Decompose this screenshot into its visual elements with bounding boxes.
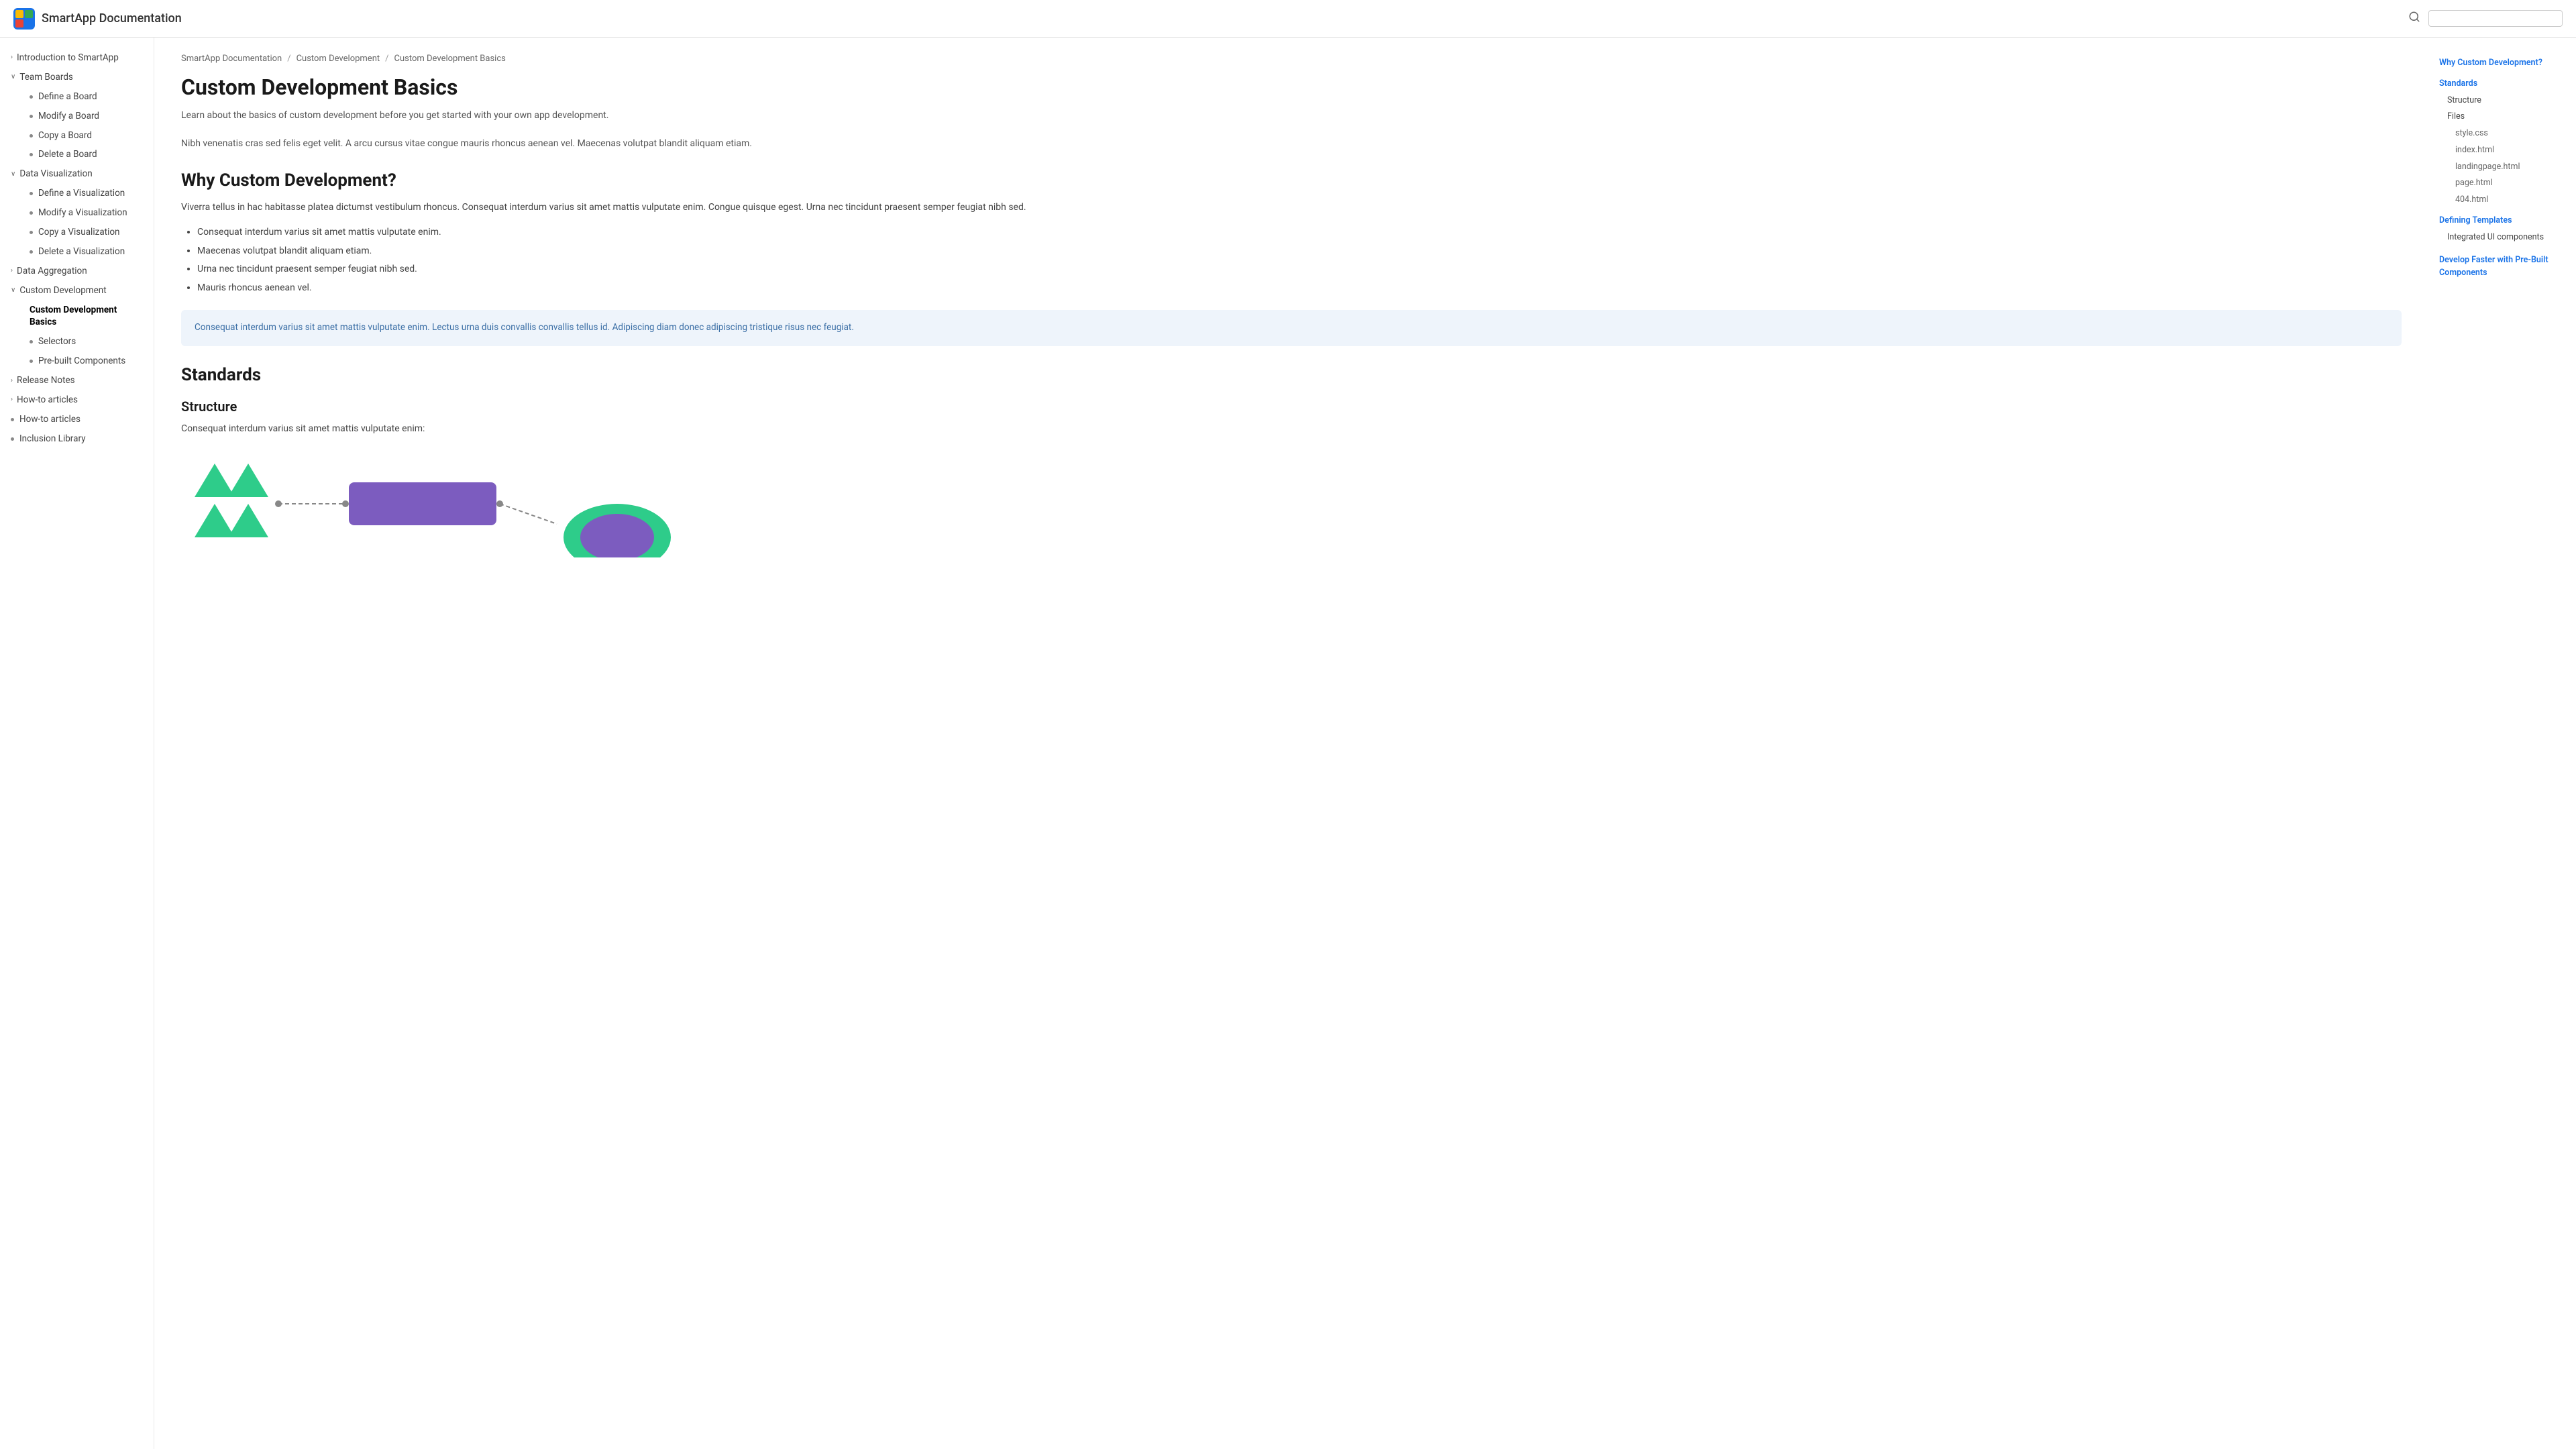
breadcrumb: SmartApp Documentation / Custom Developm… bbox=[181, 54, 2402, 64]
page-intro-p2: Nibh venenatis cras sed felis eget velit… bbox=[181, 136, 2402, 151]
dot-icon bbox=[11, 437, 14, 441]
toc-integrated-ui[interactable]: Integrated UI components bbox=[2439, 229, 2565, 246]
breadcrumb-sep2: / bbox=[385, 54, 388, 64]
custom-dev-sub: Custom Development Basics Selectors Pre-… bbox=[0, 301, 154, 372]
dot-icon bbox=[30, 153, 33, 156]
toc-structure[interactable]: Structure bbox=[2439, 93, 2565, 109]
sidebar-item-howto1[interactable]: › How-to articles bbox=[0, 390, 154, 410]
dot-icon bbox=[30, 231, 33, 234]
page-title: Custom Development Basics bbox=[181, 74, 2402, 100]
search-button[interactable] bbox=[2406, 8, 2423, 29]
site-title: SmartApp Documentation bbox=[42, 11, 182, 25]
sidebar-item-release-notes[interactable]: › Release Notes bbox=[0, 371, 154, 390]
dot-icon bbox=[30, 340, 33, 343]
caret-right-icon: › bbox=[11, 395, 13, 405]
dot-icon bbox=[30, 192, 33, 195]
sidebar-left: › Introduction to SmartApp ∨ Team Boards… bbox=[0, 38, 154, 1449]
info-box: Consequat interdum varius sit amet matti… bbox=[181, 310, 2402, 346]
diagram-area bbox=[181, 450, 2402, 557]
toc-files[interactable]: Files bbox=[2439, 109, 2565, 125]
toc-landing-html[interactable]: landingpage.html bbox=[2439, 159, 2565, 176]
sidebar-item-copy-board[interactable]: Copy a Board bbox=[19, 126, 154, 146]
bullet-3: Urna nec tincidunt praesent semper feugi… bbox=[197, 262, 2402, 278]
dot-icon bbox=[30, 211, 33, 215]
caret-down-icon: ∨ bbox=[11, 286, 15, 295]
bullet-1: Consequat interdum varius sit amet matti… bbox=[197, 225, 2402, 241]
layout: › Introduction to SmartApp ∨ Team Boards… bbox=[0, 38, 2576, 1449]
dot-icon bbox=[30, 115, 33, 118]
sidebar-item-intro[interactable]: › Introduction to SmartApp bbox=[0, 48, 154, 68]
breadcrumb-custom-dev[interactable]: Custom Development bbox=[297, 54, 380, 64]
sidebar-item-custom-dev-basics[interactable]: Custom Development Basics bbox=[19, 301, 154, 333]
sidebar-item-data-agg[interactable]: › Data Aggregation bbox=[0, 262, 154, 281]
header: SmartApp Documentation bbox=[0, 0, 2576, 38]
diagram-svg bbox=[181, 450, 704, 557]
search-input[interactable] bbox=[2428, 10, 2563, 27]
caret-right-icon: › bbox=[11, 53, 13, 62]
breadcrumb-current: Custom Development Basics bbox=[394, 54, 506, 64]
standards-heading: Standards bbox=[181, 365, 2402, 385]
sidebar-item-define-board[interactable]: Define a Board bbox=[19, 87, 154, 107]
team-boards-sub: Define a Board Modify a Board Copy a Boa… bbox=[0, 87, 154, 165]
logo-link[interactable]: SmartApp Documentation bbox=[13, 8, 182, 30]
sidebar-item-inclusion-lib[interactable]: Inclusion Library bbox=[0, 429, 154, 449]
caret-right-icon: › bbox=[11, 266, 13, 276]
sidebar-item-delete-viz[interactable]: Delete a Visualization bbox=[19, 242, 154, 262]
toc-why[interactable]: Why Custom Development? bbox=[2439, 55, 2565, 72]
data-viz-sub: Define a Visualization Modify a Visualiz… bbox=[0, 184, 154, 262]
sidebar-item-custom-dev[interactable]: ∨ Custom Development bbox=[0, 281, 154, 301]
toc-develop-faster[interactable]: Develop Faster with Pre-Built Components bbox=[2439, 252, 2565, 282]
bullet-4: Mauris rhoncus aenean vel. bbox=[197, 280, 2402, 297]
sidebar-item-modify-viz[interactable]: Modify a Visualization bbox=[19, 203, 154, 223]
breadcrumb-smartapp[interactable]: SmartApp Documentation bbox=[181, 54, 282, 64]
sidebar-item-copy-viz[interactable]: Copy a Visualization bbox=[19, 223, 154, 242]
sidebar-item-data-viz[interactable]: ∨ Data Visualization bbox=[0, 164, 154, 184]
dot-icon bbox=[30, 95, 33, 99]
toc-standards[interactable]: Standards bbox=[2439, 76, 2565, 93]
toc-page-html[interactable]: page.html bbox=[2439, 175, 2565, 192]
why-body: Viverra tellus in hac habitasse platea d… bbox=[181, 200, 2402, 215]
toc-404-html[interactable]: 404.html bbox=[2439, 192, 2565, 209]
sidebar-item-howto2[interactable]: How-to articles bbox=[0, 410, 154, 429]
sidebar-item-selectors[interactable]: Selectors bbox=[19, 332, 154, 352]
why-heading: Why Custom Development? bbox=[181, 170, 2402, 191]
toc-index-html[interactable]: index.html bbox=[2439, 142, 2565, 159]
caret-right-icon: › bbox=[11, 376, 13, 386]
caret-down-icon: ∨ bbox=[11, 72, 15, 82]
structure-body: Consequat interdum varius sit amet matti… bbox=[181, 421, 2402, 437]
why-bullets: Consequat interdum varius sit amet matti… bbox=[197, 225, 2402, 297]
main-content: SmartApp Documentation / Custom Developm… bbox=[154, 38, 2428, 1449]
dot-icon bbox=[30, 134, 33, 138]
sidebar-item-define-viz[interactable]: Define a Visualization bbox=[19, 184, 154, 203]
sidebar-item-delete-board[interactable]: Delete a Board bbox=[19, 145, 154, 164]
caret-down-icon: ∨ bbox=[11, 170, 15, 179]
dot-icon bbox=[30, 250, 33, 254]
sidebar-item-prebuilt[interactable]: Pre-built Components bbox=[19, 352, 154, 371]
sidebar-item-team-boards[interactable]: ∨ Team Boards bbox=[0, 68, 154, 87]
structure-heading: Structure bbox=[181, 398, 2402, 415]
search-area bbox=[2406, 8, 2563, 29]
breadcrumb-sep1: / bbox=[287, 54, 290, 64]
logo-icon bbox=[13, 8, 35, 30]
sidebar-item-modify-board[interactable]: Modify a Board bbox=[19, 107, 154, 126]
page-intro: Learn about the basics of custom develop… bbox=[181, 108, 2402, 123]
sidebar-right-toc: Why Custom Development? Standards Struct… bbox=[2428, 38, 2576, 1449]
dot-icon bbox=[11, 418, 14, 421]
bullet-2: Maecenas volutpat blandit aliquam etiam. bbox=[197, 244, 2402, 260]
toc-defining-templates[interactable]: Defining Templates bbox=[2439, 213, 2565, 229]
toc-style-css[interactable]: style.css bbox=[2439, 125, 2565, 142]
dot-icon bbox=[30, 360, 33, 363]
